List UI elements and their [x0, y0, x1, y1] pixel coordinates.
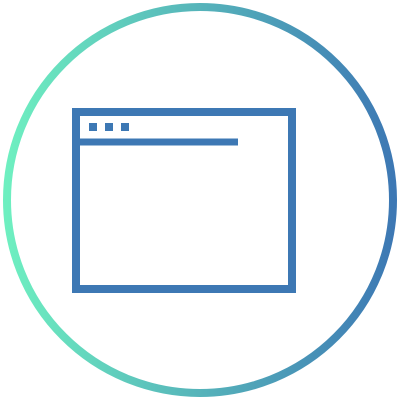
gradient-ring-icon	[3, 3, 397, 397]
icon-canvas	[0, 0, 400, 400]
window-dot-3	[121, 123, 129, 131]
window-outline-icon	[72, 108, 296, 293]
browser-window-icon	[3, 3, 397, 397]
window-dot-2	[105, 123, 113, 131]
window-dot-1	[89, 123, 97, 131]
